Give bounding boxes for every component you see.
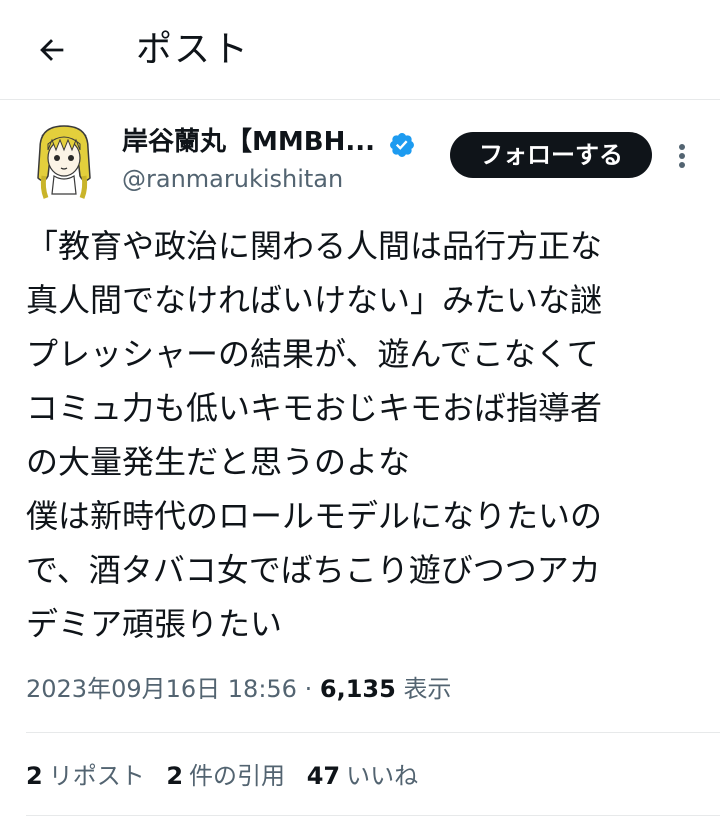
reposts-count: 2 <box>26 762 43 790</box>
tweet-line: プレッシャーの結果が、遊んでこなくて <box>26 335 599 373</box>
quotes-label: 件の引用 <box>189 762 286 790</box>
likes-stat[interactable]: 47 いいね <box>307 758 418 794</box>
tweet-line: 僕は新時代のロールモデルになりたいの <box>26 497 603 535</box>
page-title: ポスト <box>136 29 251 70</box>
tweet-meta: 2023年09月16日 18:56 · 6,135 表示 <box>26 671 451 707</box>
quotes-count: 2 <box>166 762 184 790</box>
views-count: 6,135 <box>319 675 396 703</box>
avatar[interactable] <box>28 118 100 202</box>
verified-badge-icon <box>390 133 414 157</box>
separator: · <box>304 675 313 703</box>
tweet-line: コミュ力も低いキモおじキモおば指導者 <box>26 389 603 427</box>
tweet-line: 「教育や政治に関わる人間は品行方正な <box>26 227 603 265</box>
likes-count: 47 <box>306 762 341 790</box>
reposts-stat[interactable]: 2 リポスト <box>26 758 145 794</box>
divider <box>26 732 720 733</box>
tweet-line: で、酒タバコ女でばちこり遊びつつアカ <box>26 551 601 589</box>
tweet-line: 真人間でなければいけない」みたいな謎 <box>26 281 603 319</box>
tweet-line: デミア頑張りたい <box>26 605 283 643</box>
reposts-label: リポスト <box>48 762 145 790</box>
author-handle[interactable]: @ranmarukishitan <box>122 162 343 196</box>
divider <box>26 815 720 816</box>
views-label: 表示 <box>403 675 452 703</box>
back-button[interactable] <box>28 26 76 74</box>
tweet-line: の大量発生だと思うのよな <box>26 443 411 481</box>
more-vertical-icon <box>679 144 685 150</box>
follow-button[interactable]: フォローする <box>450 132 652 178</box>
tweet-text: 「教育や政治に関わる人間は品行方正な 真人間でなければいけない」みたいな謎 プレ… <box>26 219 706 651</box>
quotes-stat[interactable]: 2 件の引用 <box>166 758 285 794</box>
timestamp[interactable]: 2023年09月16日 18:56 <box>26 675 297 703</box>
author-name[interactable]: 岸谷蘭丸【MMBH... <box>122 124 375 160</box>
engagement-stats: 2 リポスト 2 件の引用 47 いいね <box>26 758 432 794</box>
likes-label: いいね <box>346 762 419 790</box>
more-options-button[interactable] <box>668 136 696 176</box>
top-bar: ポスト <box>0 0 720 100</box>
arrow-left-icon <box>40 39 64 61</box>
